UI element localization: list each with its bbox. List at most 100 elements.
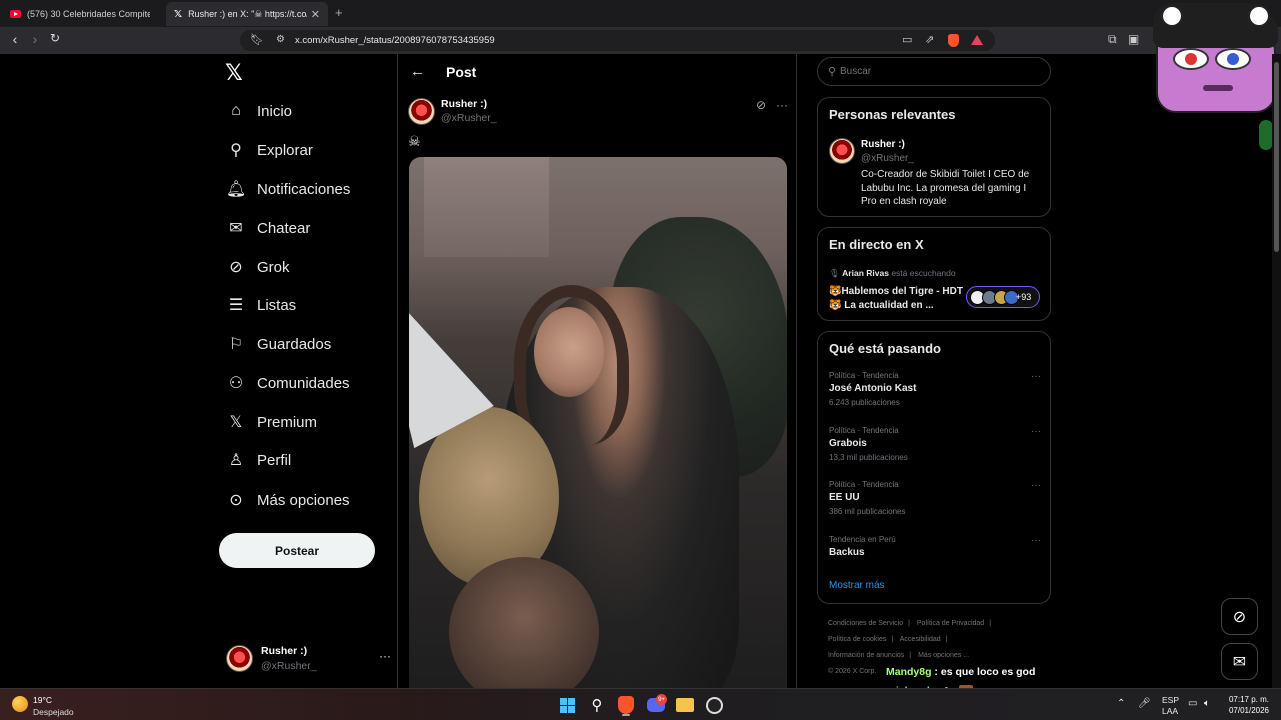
- brave-shields-icon[interactable]: [948, 34, 959, 47]
- nav-item-premium[interactable]: 𝕏 Premium: [225, 408, 317, 436]
- youtube-icon: [10, 10, 21, 18]
- avatar[interactable]: [829, 138, 855, 164]
- taskbar-discord[interactable]: 9+: [645, 694, 667, 716]
- x-icon: 𝕏: [229, 414, 243, 431]
- trend-name: EE UU: [829, 492, 860, 503]
- grok-icon: ⊘: [1232, 608, 1247, 626]
- site-info-icon[interactable]: ⚙︎: [276, 34, 285, 45]
- address-bar[interactable]: 🔖︎ ⚙︎ x.com/xRusher_/status/200897607875…: [240, 30, 995, 51]
- weather-widget[interactable]: 19°C Despejado: [12, 693, 92, 718]
- language-code: ESP: [1162, 695, 1180, 705]
- grok-floating-button[interactable]: ⊘: [1221, 598, 1258, 635]
- nav-label: Comunidades: [257, 374, 350, 392]
- tab-x-post[interactable]: 𝕏 Rusher :) en X: "☠ https://t.co/ ✕: [166, 2, 328, 26]
- author-handle[interactable]: @xRusher_: [441, 112, 497, 124]
- bookmark-icon[interactable]: 🔖︎: [250, 33, 264, 46]
- listener-avatars[interactable]: +93: [966, 286, 1040, 308]
- taskbar-file-explorer[interactable]: [674, 694, 696, 716]
- trends-card: Qué está pasando Política · Tendencia Jo…: [817, 331, 1051, 604]
- search-placeholder: Buscar: [840, 66, 872, 77]
- grok-icon[interactable]: ⊘: [756, 98, 766, 112]
- trend-item[interactable]: Tendencia en Perú Backus ···: [829, 535, 1041, 558]
- search-input[interactable]: ⚲ Buscar: [817, 57, 1051, 86]
- trend-item[interactable]: Política · Tendencia Grabois 13,3 mil pu…: [829, 426, 1041, 462]
- share-icon[interactable]: ⇗: [925, 33, 934, 46]
- tab-youtube[interactable]: (576) 30 Celebridades Compiten por: [2, 2, 162, 26]
- more-icon[interactable]: ···: [1031, 426, 1041, 437]
- x-logo-icon[interactable]: 𝕏: [225, 60, 243, 86]
- weather-condition: Despejado: [33, 707, 74, 717]
- nav-item-perfil[interactable]: ♙ Perfil: [225, 446, 291, 474]
- system-clock[interactable]: 07:17 p. m. 07/01/2026: [1224, 694, 1269, 716]
- footer-link[interactable]: Accesibilidad: [900, 636, 941, 643]
- post-media-video[interactable]: [409, 157, 787, 688]
- more-icon[interactable]: ···: [1031, 535, 1041, 546]
- account-switcher[interactable]: Rusher :) @xRusher_ ···: [226, 643, 391, 677]
- avatar: [226, 645, 253, 672]
- nav-item-listas[interactable]: ☰ Listas: [225, 291, 296, 319]
- relevant-handle[interactable]: @xRusher_: [861, 153, 914, 164]
- post-text: ☠: [408, 133, 421, 149]
- trend-item[interactable]: Política · Tendencia EE UU 386 mil publi…: [829, 480, 1041, 516]
- taskbar-search-button[interactable]: ⚲: [586, 694, 608, 716]
- footer-link[interactable]: Política de cookies: [828, 636, 886, 643]
- chat-text: es que loco es god: [940, 665, 1036, 678]
- network-icon[interactable]: ▭: [1188, 698, 1197, 720]
- trend-item[interactable]: Política · Tendencia José Antonio Kast 6…: [829, 371, 1041, 407]
- nav-label: Más opciones: [257, 491, 350, 509]
- live-card[interactable]: En directo en X 🎙︎ Arian Rivas está escu…: [817, 227, 1051, 321]
- more-icon[interactable]: ···: [1031, 480, 1041, 491]
- space-title[interactable]: 🐯Hablemos del Tigre - HDT🐯 La actualidad…: [829, 285, 964, 312]
- page-scrollbar[interactable]: [1272, 54, 1281, 688]
- messages-floating-button[interactable]: ✉: [1221, 643, 1258, 680]
- nav-item-chatear[interactable]: ✉ Chatear: [225, 214, 310, 242]
- nav-item-mas-opciones[interactable]: ⊙ Más opciones: [225, 486, 350, 514]
- cast-icon[interactable]: ▭: [902, 33, 912, 46]
- relevant-people-card: Personas relevantes Rusher :) @xRusher_ …: [817, 97, 1051, 217]
- volume-icon[interactable]: 🔈︎: [1204, 698, 1210, 720]
- taskbar-obs[interactable]: [703, 694, 725, 716]
- author-name[interactable]: Rusher :): [441, 98, 487, 110]
- taskbar-brave[interactable]: [615, 694, 637, 716]
- start-button[interactable]: [556, 694, 578, 716]
- more-icon[interactable]: ···: [776, 98, 788, 112]
- nav-item-notificaciones[interactable]: 🔔︎ Notificaciones: [225, 175, 351, 203]
- brave-rewards-icon[interactable]: [971, 35, 983, 45]
- footer-link[interactable]: Condiciones de Servicio: [828, 620, 903, 627]
- back-arrow-icon[interactable]: ←: [410, 63, 425, 80]
- relevant-name[interactable]: Rusher :): [861, 139, 905, 150]
- nav-label: Inicio: [257, 102, 293, 120]
- nav-item-explorar[interactable]: ⚲ Explorar: [225, 136, 313, 164]
- nav-item-guardados[interactable]: ⚐ Guardados: [225, 330, 331, 358]
- footer-link[interactable]: Más opciones ...: [918, 652, 969, 659]
- forward-icon[interactable]: ›: [26, 31, 44, 47]
- tray-overflow-icon[interactable]: ⌃: [1117, 698, 1125, 720]
- post-button[interactable]: Postear: [219, 533, 375, 568]
- nav-item-comunidades[interactable]: ⚇ Comunidades: [225, 369, 350, 397]
- tab-label: Rusher :) en X: "☠ https://t.co/: [188, 8, 307, 19]
- more-icon[interactable]: ···: [1031, 371, 1041, 382]
- browser-nav-bar: ‹ › ↻ 🔖︎ ⚙︎ x.com/xRusher_/status/200897…: [0, 27, 1281, 54]
- microphone-icon[interactable]: 🎤︎: [1138, 698, 1151, 720]
- notification-badge: 9+: [656, 694, 667, 705]
- listener-count: +93: [1016, 292, 1032, 302]
- url-text[interactable]: x.com/xRusher_/status/200897607875343595…: [295, 35, 495, 46]
- more-icon[interactable]: ···: [379, 649, 391, 663]
- footer-link[interactable]: Información de anuncios: [828, 652, 904, 659]
- new-tab-button[interactable]: +: [335, 5, 343, 20]
- close-icon[interactable]: ✕: [311, 8, 320, 21]
- nav-item-grok[interactable]: ⊘ Grok: [225, 253, 289, 281]
- back-icon[interactable]: ‹: [6, 31, 24, 47]
- extensions-icon[interactable]: ⧉: [1108, 32, 1117, 47]
- obs-icon: [705, 696, 723, 714]
- avatar[interactable]: [408, 98, 435, 125]
- reload-icon[interactable]: ↻: [46, 31, 64, 45]
- footer-link[interactable]: Política de Privacidad: [917, 620, 984, 627]
- scrollbar-thumb[interactable]: [1274, 62, 1279, 252]
- show-more-link[interactable]: Mostrar más: [829, 580, 885, 591]
- nav-item-inicio[interactable]: ⌂ Inicio: [225, 97, 292, 125]
- nav-label: Notificaciones: [257, 180, 351, 198]
- overlay-eye: [1173, 48, 1209, 70]
- search-icon: ⚲: [828, 66, 837, 78]
- sidebar-toggle-icon[interactable]: ▣: [1128, 32, 1139, 46]
